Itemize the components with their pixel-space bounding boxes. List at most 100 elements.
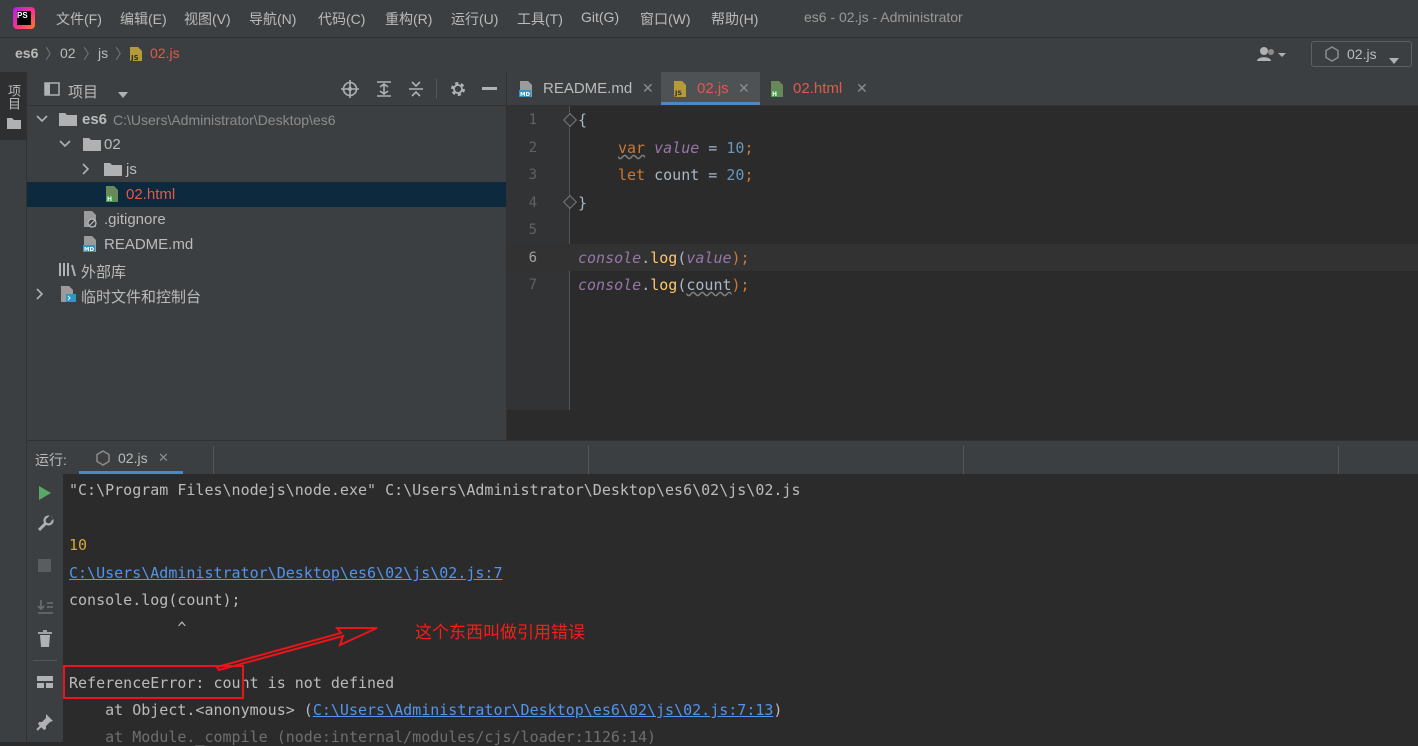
- menu-run[interactable]: 运行(U): [451, 9, 498, 29]
- console-stack-link[interactable]: C:\Users\Administrator\Desktop\es6\02\js…: [313, 701, 774, 719]
- close-icon[interactable]: ✕: [856, 80, 868, 97]
- run-tab-label: 02.js: [118, 450, 148, 466]
- annotation-arrow-icon: [215, 627, 378, 672]
- menu-file[interactable]: 文件(F): [56, 9, 102, 29]
- svg-text:JS: JS: [130, 54, 139, 62]
- tree-item-label: .gitignore: [104, 211, 166, 228]
- tree-item-external-libraries[interactable]: 外部库: [27, 257, 506, 282]
- menu-window[interactable]: 窗口(W): [640, 9, 691, 29]
- svg-text:H: H: [107, 196, 112, 203]
- gitignore-file-icon: [84, 211, 97, 228]
- svg-text:MD: MD: [520, 92, 530, 97]
- project-panel-title[interactable]: 项目: [68, 81, 98, 102]
- tree-item-label: 02: [104, 136, 121, 153]
- gear-icon[interactable]: [449, 80, 467, 98]
- library-icon: [59, 263, 76, 276]
- rerun-icon[interactable]: [38, 485, 52, 501]
- stack-frame-text: ): [773, 701, 783, 719]
- folder-icon: [59, 113, 77, 126]
- code-line-2: var value = 10;: [618, 139, 753, 157]
- stop-icon[interactable]: [38, 559, 51, 572]
- code-line-4: }: [578, 194, 587, 212]
- svg-text:H: H: [772, 91, 777, 97]
- code-token-keyword: var: [618, 139, 646, 157]
- trash-icon[interactable]: [37, 630, 53, 648]
- console-file-link[interactable]: C:\Users\Administrator\Desktop\es6\02\js…: [69, 564, 502, 582]
- markdown-file-icon: MD: [519, 81, 532, 97]
- js-file-icon: JS: [674, 81, 686, 97]
- tree-item-readme[interactable]: MD README.md: [27, 232, 506, 257]
- chevron-down-icon: [59, 140, 71, 148]
- toolbar-separator: [33, 660, 57, 661]
- phpstorm-logo-icon[interactable]: PS: [13, 7, 35, 29]
- chevron-right-icon: [36, 288, 44, 300]
- chevron-down-icon[interactable]: [117, 86, 129, 98]
- line-number: 3: [528, 167, 537, 183]
- breadcrumb-file[interactable]: 02.js: [150, 45, 180, 61]
- menu-help[interactable]: 帮助(H): [711, 9, 758, 29]
- left-tool-stripe: [0, 72, 27, 742]
- run-config-label: 02.js: [1347, 46, 1377, 62]
- annotation-text: 这个东西叫做引用错误: [415, 623, 585, 642]
- pin-icon[interactable]: [36, 713, 54, 731]
- code-token: .: [641, 249, 651, 267]
- code-line-6: console.log(value);: [578, 249, 750, 267]
- breadcrumb-subfolder[interactable]: js: [98, 45, 108, 61]
- code-token-function: log: [650, 276, 678, 294]
- tree-item-02[interactable]: 02: [27, 132, 506, 157]
- tree-item-label: js: [126, 161, 137, 178]
- tab-label: 02.js: [697, 80, 729, 97]
- collapse-all-icon[interactable]: [407, 80, 425, 98]
- tab-02-js[interactable]: JS 02.js ✕: [661, 72, 760, 105]
- tab-readme[interactable]: MD README.md ✕: [507, 72, 661, 105]
- code-token-keyword: let: [618, 166, 646, 184]
- menu-tools[interactable]: 工具(T): [517, 9, 563, 29]
- menu-refactor[interactable]: 重构(R): [385, 9, 432, 29]
- code-token-number: 20: [726, 166, 745, 184]
- code-token: count =: [645, 166, 727, 184]
- tree-item-gitignore[interactable]: .gitignore: [27, 207, 506, 232]
- breadcrumb-folder[interactable]: 02: [60, 45, 76, 61]
- layout-icon[interactable]: [36, 674, 54, 690]
- breadcrumb-separator-icon: 〉: [45, 46, 59, 62]
- line-number: 2: [528, 140, 537, 156]
- tree-item-02-html[interactable]: H 02.html: [27, 182, 506, 207]
- code-token-variable: value: [686, 249, 732, 267]
- tab-02-html[interactable]: H 02.html ✕: [760, 72, 872, 105]
- navigation-bar: [0, 37, 1418, 73]
- menu-navigate[interactable]: 导航(N): [249, 9, 296, 29]
- tree-item-label: es6: [82, 111, 108, 128]
- close-icon[interactable]: ✕: [738, 80, 750, 97]
- code-token-number: 10: [726, 139, 745, 157]
- code-token: .: [641, 276, 651, 294]
- locate-file-icon[interactable]: [341, 80, 359, 98]
- menu-edit[interactable]: 编辑(E): [120, 9, 167, 29]
- menu-code[interactable]: 代码(C): [318, 9, 365, 29]
- code-token: =: [699, 139, 727, 157]
- project-tree: es6 C:\Users\Administrator\Desktop\es6 0…: [27, 106, 506, 440]
- expand-all-icon[interactable]: [375, 80, 393, 98]
- code-line-1: {: [578, 111, 587, 129]
- tree-item-js[interactable]: js: [27, 157, 506, 182]
- tab-label: README.md: [543, 80, 633, 97]
- markdown-file-icon: MD: [83, 236, 96, 253]
- breadcrumb-project[interactable]: es6: [15, 45, 38, 61]
- html-file-icon: H: [106, 186, 118, 203]
- code-token-function: log: [650, 249, 678, 267]
- folder-icon: [83, 138, 101, 151]
- close-icon[interactable]: ✕: [158, 450, 169, 466]
- wrench-icon[interactable]: [36, 515, 54, 533]
- close-icon[interactable]: ✕: [642, 80, 654, 97]
- chevron-down-icon: [1389, 51, 1399, 64]
- minimize-icon[interactable]: [482, 87, 497, 90]
- code-token-variable: value: [654, 139, 700, 157]
- editor-tab-bar: MD README.md ✕ JS 02.js ✕ H 02.html ✕: [507, 72, 1418, 106]
- menu-view[interactable]: 视图(V): [184, 9, 231, 29]
- tree-item-es6[interactable]: es6 C:\Users\Administrator\Desktop\es6: [27, 107, 506, 132]
- project-panel-header: [27, 72, 506, 106]
- console-line-caret: ^: [69, 619, 187, 637]
- user-dropdown-icon[interactable]: [1256, 45, 1290, 63]
- tree-item-scratches[interactable]: 临时文件和控制台: [27, 282, 506, 307]
- menu-git[interactable]: Git(G): [581, 9, 619, 25]
- scroll-to-end-icon[interactable]: [36, 598, 54, 616]
